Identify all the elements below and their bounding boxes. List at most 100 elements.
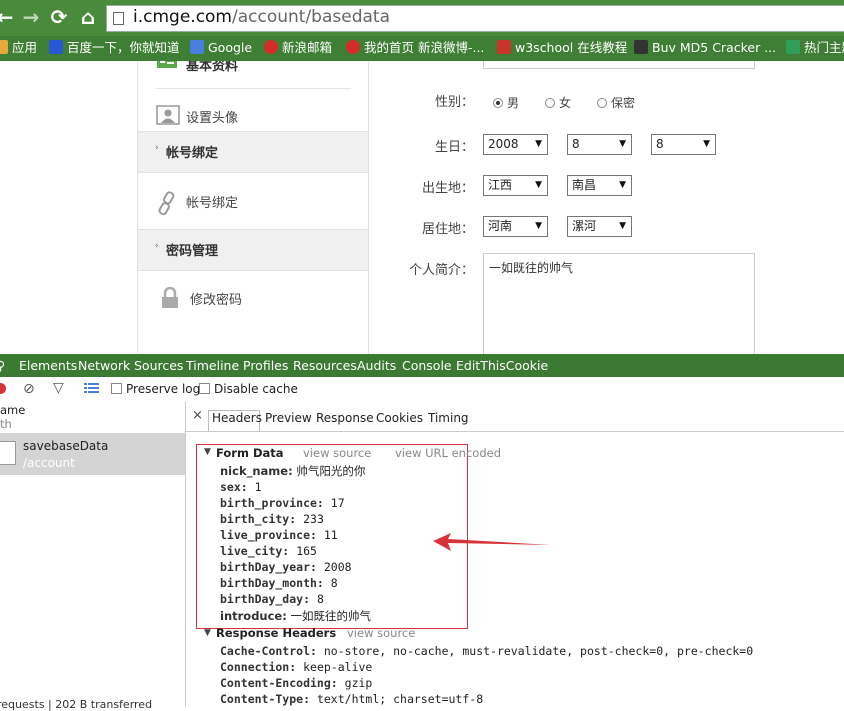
live-province-select[interactable]: 河南 ▼ — [483, 216, 548, 237]
sidebar-item-change-password[interactable]: 修改密码 — [138, 273, 368, 323]
close-icon[interactable]: × — [192, 408, 203, 423]
sidebar-item-basic-info[interactable]: 基本资料 — [138, 61, 368, 89]
browser-toolbar: ← → ⟳ ⌂ i.cmge.com/account/basedata — [0, 0, 844, 36]
devtools-tabbar: ⚲ Elements Network Sources Timeline Prof… — [0, 354, 844, 377]
view-url-encoded-link[interactable]: view URL encoded — [395, 446, 501, 460]
form-data-row: sex: 1 — [220, 480, 262, 494]
dropdown-arrow-icon: ▼ — [703, 139, 710, 149]
subtab-headers[interactable]: Headers — [212, 411, 262, 425]
weibo-icon — [346, 40, 360, 54]
birth-city-select[interactable]: 南昌 ▼ — [567, 175, 632, 196]
expand-triangle-icon[interactable]: ▼ — [204, 447, 211, 457]
dropdown-arrow-icon: ▼ — [619, 221, 626, 231]
form-data-row: birthDay_month: 8 — [220, 576, 338, 590]
radio-icon — [597, 98, 607, 108]
form-data-row: birth_city: 233 — [220, 512, 324, 526]
bookmark-sina-mail[interactable]: 新浪邮箱 — [264, 39, 332, 57]
preserve-log-checkbox[interactable] — [111, 383, 122, 394]
tab-profiles[interactable]: Profiles — [243, 358, 288, 373]
birth-year-select[interactable]: 2008 ▼ — [483, 134, 548, 155]
tab-editthiscookie[interactable]: EditThisCookie — [456, 358, 548, 373]
subtab-response[interactable]: Response — [316, 411, 374, 425]
md5-icon — [634, 40, 648, 54]
reload-icon[interactable]: ⟳ — [48, 6, 70, 28]
bookmark-apps[interactable]: 应用 — [0, 39, 37, 57]
response-header-row: Content-Encoding: gzip — [220, 676, 373, 690]
subtab-timing[interactable]: Timing — [428, 411, 469, 425]
form-data-row: live_province: 11 — [220, 528, 338, 542]
bookmark-topic[interactable]: 热门主题 — [786, 39, 844, 57]
request-list: ame th savebaseData /account requests | … — [0, 402, 186, 711]
column-name-header[interactable]: ame — [0, 403, 25, 417]
link-icon — [156, 190, 178, 219]
gender-male-radio[interactable]: 男 — [493, 94, 519, 111]
form-data-row: live_city: 165 — [220, 544, 317, 558]
column-path-header: th — [0, 417, 12, 431]
google-icon — [190, 40, 204, 54]
tab-resources[interactable]: Resources — [293, 358, 357, 373]
radio-checked-icon — [493, 98, 503, 108]
url-text: i.cmge.com/account/basedata — [133, 7, 390, 27]
bookmark-baidu[interactable]: 百度一下，你就知道 — [49, 39, 180, 57]
gender-secret-radio[interactable]: 保密 — [597, 94, 635, 111]
bio-textarea[interactable]: 一如既往的帅气 — [483, 253, 755, 354]
dropdown-arrow-icon: ▼ — [619, 139, 626, 149]
status-bar: requests | 202 B transferred — [0, 698, 153, 711]
avatar-icon — [156, 105, 180, 128]
record-icon[interactable] — [0, 383, 6, 394]
nickname-field-partial[interactable] — [483, 61, 755, 69]
tab-sources[interactable]: Sources — [134, 358, 183, 373]
annotation-arrow-icon — [433, 533, 551, 551]
list-view-icon[interactable] — [84, 383, 99, 397]
form-data-title[interactable]: Form Data — [216, 446, 284, 460]
tab-audits[interactable]: Audits — [357, 358, 396, 373]
divider — [186, 431, 844, 432]
inspect-icon[interactable]: ⚲ — [0, 358, 5, 373]
birth-day-select[interactable]: 8 ▼ — [651, 134, 716, 155]
dropdown-arrow-icon: ▼ — [619, 180, 626, 190]
page-content: 基本资料 设置头像 › 帐号绑定 帐号绑定 › 密码管理 修改密码 性别： 男 … — [0, 61, 844, 354]
birth-province-select[interactable]: 江西 ▼ — [483, 175, 548, 196]
forward-icon[interactable]: → — [20, 6, 42, 28]
subtab-preview[interactable]: Preview — [265, 411, 312, 425]
account-sidebar: 基本资料 设置头像 › 帐号绑定 帐号绑定 › 密码管理 修改密码 — [137, 61, 369, 354]
lock-icon — [160, 286, 180, 312]
disable-cache-checkbox[interactable] — [199, 383, 210, 394]
live-city-select[interactable]: 漯河 ▼ — [567, 216, 632, 237]
gender-female-radio[interactable]: 女 — [545, 94, 571, 111]
sidebar-item-bind[interactable]: 帐号绑定 — [138, 176, 368, 226]
preserve-log-label: Preserve log — [126, 382, 201, 396]
subtab-cookies[interactable]: Cookies — [376, 411, 423, 425]
request-row-selected[interactable]: savebaseData /account — [0, 433, 185, 475]
request-details: × Headers Preview Response Cookies Timin… — [186, 402, 844, 707]
sidebar-section-account[interactable]: › 帐号绑定 — [138, 131, 368, 173]
sidebar-section-password[interactable]: › 密码管理 — [138, 229, 368, 271]
response-view-source-link[interactable]: view source — [347, 626, 415, 640]
form-data-row: introduce: 一如既往的帅气 — [220, 609, 371, 623]
topic-icon — [786, 40, 800, 54]
bookmark-md5[interactable]: Buv MD5 Cracker ... — [634, 39, 776, 57]
response-headers-title[interactable]: Response Headers — [216, 626, 336, 640]
bookmark-w3school[interactable]: w3school 在线教程 — [497, 39, 627, 57]
tab-console[interactable]: Console — [402, 358, 452, 373]
tab-elements[interactable]: Elements — [19, 358, 77, 373]
clear-icon[interactable]: ⊘ — [23, 381, 35, 397]
home-icon[interactable]: ⌂ — [77, 6, 99, 28]
radio-icon — [545, 98, 555, 108]
filter-icon[interactable]: ▽ — [53, 380, 64, 396]
view-source-link[interactable]: view source — [303, 446, 371, 460]
form-data-row: birth_province: 17 — [220, 496, 345, 510]
birth-month-select[interactable]: 8 ▼ — [567, 134, 632, 155]
expand-triangle-icon[interactable]: ▼ — [204, 628, 211, 638]
file-icon — [0, 441, 16, 465]
back-icon[interactable]: ← — [0, 6, 16, 28]
w3school-icon — [497, 40, 511, 54]
address-bar[interactable]: i.cmge.com/account/basedata — [106, 5, 844, 32]
request-path: /account — [23, 456, 75, 470]
tab-timeline[interactable]: Timeline — [186, 358, 239, 373]
bookmark-weibo[interactable]: 我的首页 新浪微博-... — [346, 39, 484, 57]
tab-network[interactable]: Network — [78, 358, 130, 373]
bookmark-google[interactable]: Google — [190, 39, 252, 57]
network-toolbar: ⊘ ▽ Preserve log Disable cache — [0, 377, 844, 403]
birthday-label: 生日： — [434, 140, 474, 155]
